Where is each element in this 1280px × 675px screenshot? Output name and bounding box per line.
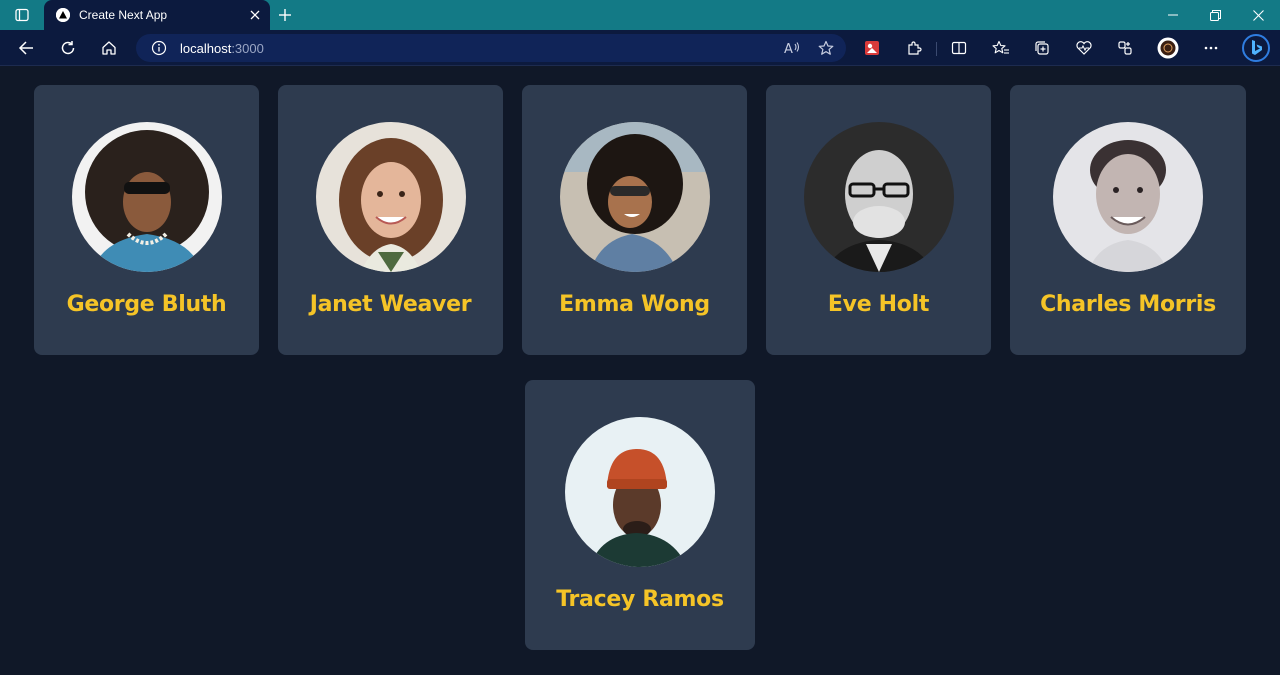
plus-icon [279,9,291,21]
copilot-button[interactable] [1240,32,1272,64]
user-card: Janet Weaver [278,85,503,355]
workspaces-button[interactable] [1111,34,1139,62]
puzzle-icon [908,41,922,55]
svg-text:A: A [784,42,793,56]
profile-avatar-icon [1157,37,1179,59]
back-button[interactable] [12,34,40,62]
browser-toolbar: localhost:3000 A [0,30,1280,66]
collections-icon [1035,41,1049,55]
page-content: George Bluth Janet Weaver Emma Wong Eve … [0,67,1280,675]
split-screen-icon [951,41,967,55]
read-aloud-button[interactable]: A [778,34,806,62]
user-name: Charles Morris [1040,292,1216,317]
site-info-icon[interactable] [150,39,168,57]
user-avatar-photo [315,122,466,272]
refresh-icon [61,41,75,55]
split-screen-button[interactable] [945,34,973,62]
toolbar-separator [936,42,937,56]
url-port: :3000 [231,40,264,56]
minimize-icon [1167,14,1178,16]
favorite-star-button[interactable] [812,34,840,62]
close-icon [250,10,260,20]
user-card: Tracey Ramos [525,380,755,650]
new-tab-button[interactable] [274,4,296,26]
user-name: Tracey Ramos [556,587,724,612]
tab-actions-icon [15,8,29,22]
user-avatar-photo [1053,122,1203,272]
bing-copilot-icon [1242,34,1270,62]
tab-actions-button[interactable] [8,4,36,26]
user-card: Emma Wong [522,85,747,355]
restore-button[interactable] [1194,0,1237,30]
url-host: localhost [180,40,232,56]
user-avatar-photo [803,122,954,272]
restore-icon [1210,9,1221,21]
refresh-button[interactable] [54,34,82,62]
collections-button[interactable] [1028,34,1056,62]
user-name: Emma Wong [559,292,710,317]
user-card: George Bluth [34,85,259,355]
close-window-button[interactable] [1237,0,1280,30]
url-text: localhost:3000 [180,41,264,56]
nextjs-favicon-icon [56,8,70,22]
back-arrow-icon [18,41,33,55]
user-avatar-photo [565,417,715,567]
red-extension-icon [865,41,879,55]
user-avatar-photo [559,122,710,272]
window-controls [1151,0,1280,30]
home-icon [102,41,116,55]
tab-close-button[interactable] [244,4,266,26]
favorites-button[interactable] [987,34,1015,62]
profile-button[interactable] [1154,34,1182,62]
user-name: George Bluth [66,292,227,317]
user-avatar-photo [71,122,222,272]
user-name: Eve Holt [827,292,930,317]
extension-red-button[interactable] [858,34,886,62]
tab-active[interactable]: Create Next App [44,0,270,30]
copilot-share-icon [1118,41,1132,55]
tab-title: Create Next App [79,8,168,22]
browser-essentials-button[interactable] [1070,34,1098,62]
address-bar[interactable]: localhost:3000 A [136,34,846,62]
star-icon [818,40,834,55]
extensions-button[interactable] [900,34,928,62]
user-card: Charles Morris [1010,85,1246,355]
user-card: Eve Holt [766,85,991,355]
home-button[interactable] [95,34,123,62]
settings-more-button[interactable] [1197,34,1225,62]
browser-titlebar: Create Next App [0,0,1280,30]
heart-pulse-icon [1076,41,1092,55]
minimize-button[interactable] [1151,0,1194,30]
favorites-star-list-icon [992,40,1009,54]
more-dots-icon [1204,46,1218,50]
close-window-icon [1253,9,1264,21]
read-aloud-icon: A [784,42,800,56]
user-name: Janet Weaver [309,292,472,317]
